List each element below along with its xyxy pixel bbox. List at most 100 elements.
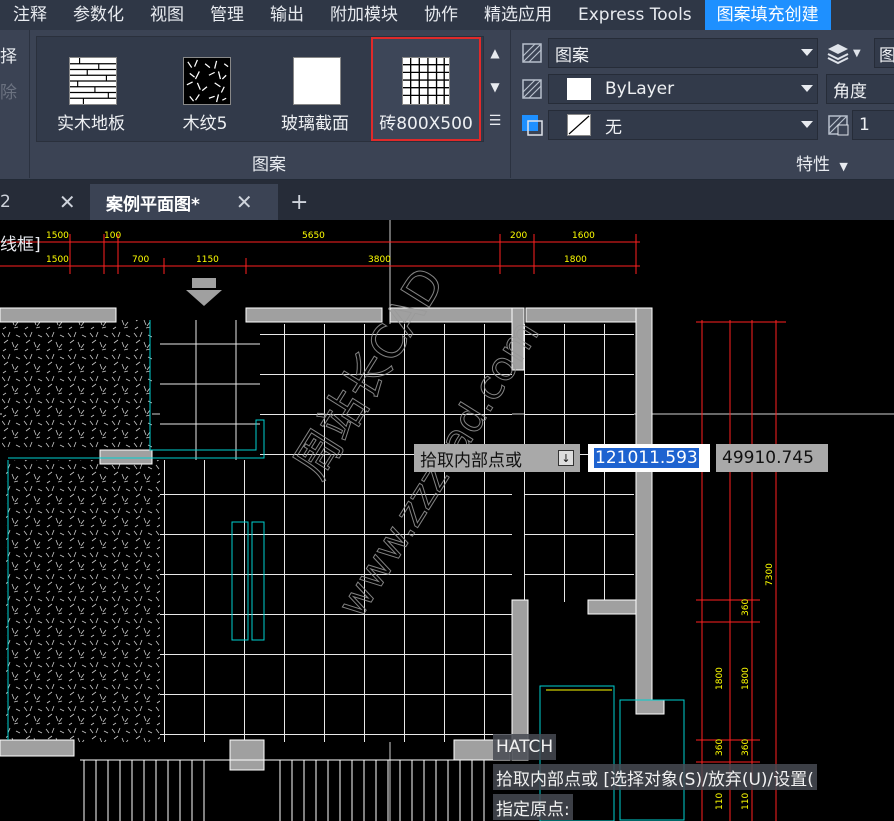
- hatch-color-select[interactable]: ByLayer: [548, 74, 818, 104]
- svg-text:110: 110: [715, 793, 725, 810]
- layers-icon: [827, 44, 849, 65]
- svg-text:1800: 1800: [715, 667, 725, 690]
- properties-title-label: 特性: [796, 155, 830, 175]
- pattern-wood-floor-label: 实木地板: [57, 114, 125, 134]
- woodgrain-pattern-icon: [183, 57, 231, 105]
- dynamic-input-prompt: 拾取内部点或 ↓: [414, 444, 580, 472]
- menu-express-tools[interactable]: Express Tools: [565, 0, 705, 30]
- menu-view[interactable]: 视图: [137, 0, 197, 30]
- pattern-panel-title: 图案: [252, 155, 286, 175]
- plus-icon: +: [290, 189, 309, 215]
- options-arrow-icon[interactable]: ↓: [558, 450, 574, 466]
- svg-text:360: 360: [741, 599, 751, 616]
- chevron-down-icon: [801, 121, 813, 128]
- y-coordinate-input[interactable]: 49910.745: [716, 444, 828, 472]
- command-prompt-line[interactable]: 指定原点:: [493, 794, 573, 820]
- chevron-down-icon: [801, 85, 813, 92]
- background-color-select[interactable]: 无: [548, 110, 818, 140]
- close-icon[interactable]: ✕: [59, 190, 76, 214]
- svg-text:1150: 1150: [196, 255, 219, 265]
- dynamic-prompt-text: 拾取内部点或: [420, 450, 522, 471]
- menu-collaborate[interactable]: 协作: [411, 0, 471, 30]
- no-color-swatch: [567, 114, 591, 136]
- svg-text:1800: 1800: [564, 255, 587, 265]
- hatch-type-icon: [522, 43, 542, 63]
- entry-marker: [186, 278, 222, 306]
- pattern-brick-tile-label: 砖800X500: [379, 114, 473, 134]
- hatch-color-icon: [522, 79, 542, 99]
- pattern-glass-section[interactable]: 玻璃截面: [265, 37, 365, 141]
- select-label-partial[interactable]: 择: [0, 42, 17, 67]
- x-coordinate-value: 121011.593: [594, 448, 699, 468]
- background-color-icon: [522, 115, 543, 136]
- gallery-up-button[interactable]: ▲: [484, 36, 506, 70]
- wood-floor-pattern-icon: [69, 57, 117, 105]
- pattern-wood-floor[interactable]: 实木地板: [41, 37, 141, 141]
- scale-value: 1: [859, 115, 870, 135]
- partial-right-combo[interactable]: 图: [874, 38, 894, 68]
- new-tab-button[interactable]: +: [290, 184, 316, 220]
- chevron-down-icon: ▼: [839, 160, 848, 173]
- menu-parametric[interactable]: 参数化: [60, 0, 137, 30]
- pattern-glass-section-label: 玻璃截面: [281, 114, 349, 134]
- boundary-panel-partial: 择 除: [0, 30, 30, 178]
- svg-text:7300: 7300: [765, 563, 775, 586]
- floor-plan-drawing: 1500 100 5650 200 1600 1500 700 1150 380…: [0, 220, 894, 821]
- woodgrain-hatch-upper: [2, 320, 152, 450]
- brick-tile-pattern-icon: [402, 57, 450, 105]
- glass-section-pattern-icon: [293, 57, 341, 105]
- drawing-canvas[interactable]: 1500 100 5650 200 1600 1500 700 1150 380…: [0, 220, 894, 821]
- gallery-expand-button[interactable]: ☰: [484, 104, 506, 138]
- svg-text:200: 200: [510, 231, 527, 241]
- svg-text:360: 360: [741, 739, 751, 756]
- angle-label: 角度: [833, 81, 867, 102]
- svg-text:1500: 1500: [46, 231, 69, 241]
- pattern-woodgrain[interactable]: 木纹5: [155, 37, 255, 141]
- bottom-stripes: [80, 759, 500, 821]
- close-icon[interactable]: ✕: [236, 190, 253, 214]
- menu-manage[interactable]: 管理: [197, 0, 257, 30]
- y-coordinate-value: 49910.745: [722, 448, 814, 468]
- document-tab-bar: 2 ✕ 案例平面图* ✕ +: [0, 180, 894, 220]
- scale-icon: [828, 115, 849, 136]
- angle-field[interactable]: 角度: [826, 74, 894, 104]
- pattern-type-row: 图案 ▼ 图: [520, 38, 894, 68]
- remove-label-partial[interactable]: 除: [0, 78, 17, 103]
- svg-text:1600: 1600: [572, 231, 595, 241]
- svg-text:1500: 1500: [46, 255, 69, 265]
- tab-case-floor-plan[interactable]: 案例平面图* ✕: [90, 184, 278, 220]
- color-swatch: [567, 78, 591, 100]
- gallery-scroll: ▲ ▼ ☰: [484, 36, 506, 144]
- scale-field[interactable]: 1: [852, 110, 894, 140]
- viewport-style-label[interactable]: 线框]: [0, 230, 41, 255]
- gallery-down-button[interactable]: ▼: [484, 70, 506, 104]
- menu-addins[interactable]: 附加模块: [317, 0, 411, 30]
- panel-separator: [510, 30, 511, 178]
- menu-output[interactable]: 输出: [257, 0, 317, 30]
- pattern-woodgrain-label: 木纹5: [182, 114, 228, 134]
- chevron-down-icon: [801, 49, 813, 56]
- menu-featured-apps[interactable]: 精选应用: [471, 0, 565, 30]
- top-dimension-text: 1500 100 5650 200 1600 1500 700 1150 380…: [46, 231, 595, 265]
- properties-panel-title[interactable]: 特性 ▼: [796, 150, 848, 175]
- tile-gap-mask: [160, 320, 260, 460]
- svg-text:1800: 1800: [741, 667, 751, 690]
- background-row: 无 1: [520, 110, 894, 140]
- pattern-type-value: 图案: [555, 45, 589, 66]
- x-coordinate-input[interactable]: 121011.593: [588, 444, 710, 472]
- menu-hatch-creation[interactable]: 图案填充创建: [704, 0, 831, 30]
- svg-text:360: 360: [715, 739, 725, 756]
- command-history-line-2: 拾取内部点或 [选择对象(S)/放弃(U)/设置(: [493, 764, 817, 790]
- tab-drawing-2[interactable]: 2 ✕: [0, 184, 88, 220]
- pattern-brick-tile[interactable]: 砖800X500: [371, 37, 481, 141]
- command-history-line-1: HATCH: [493, 734, 557, 760]
- pattern-type-select[interactable]: 图案: [548, 38, 818, 68]
- svg-text:110: 110: [741, 793, 751, 810]
- pattern-gallery: 实木地板 木纹5 玻璃截面 砖800X500: [36, 36, 484, 142]
- menu-annotate[interactable]: 注释: [0, 0, 60, 30]
- svg-text:100: 100: [104, 231, 121, 241]
- ribbon: 择 除 实木地板 木纹5 玻璃截面 砖800X500 ▲ ▼ ☰ 图案 图案 ▼…: [0, 30, 894, 180]
- color-row: ByLayer 角度: [520, 74, 894, 104]
- hatch-color-value: ByLayer: [605, 79, 675, 99]
- layer-tools-button[interactable]: ▼: [826, 38, 872, 68]
